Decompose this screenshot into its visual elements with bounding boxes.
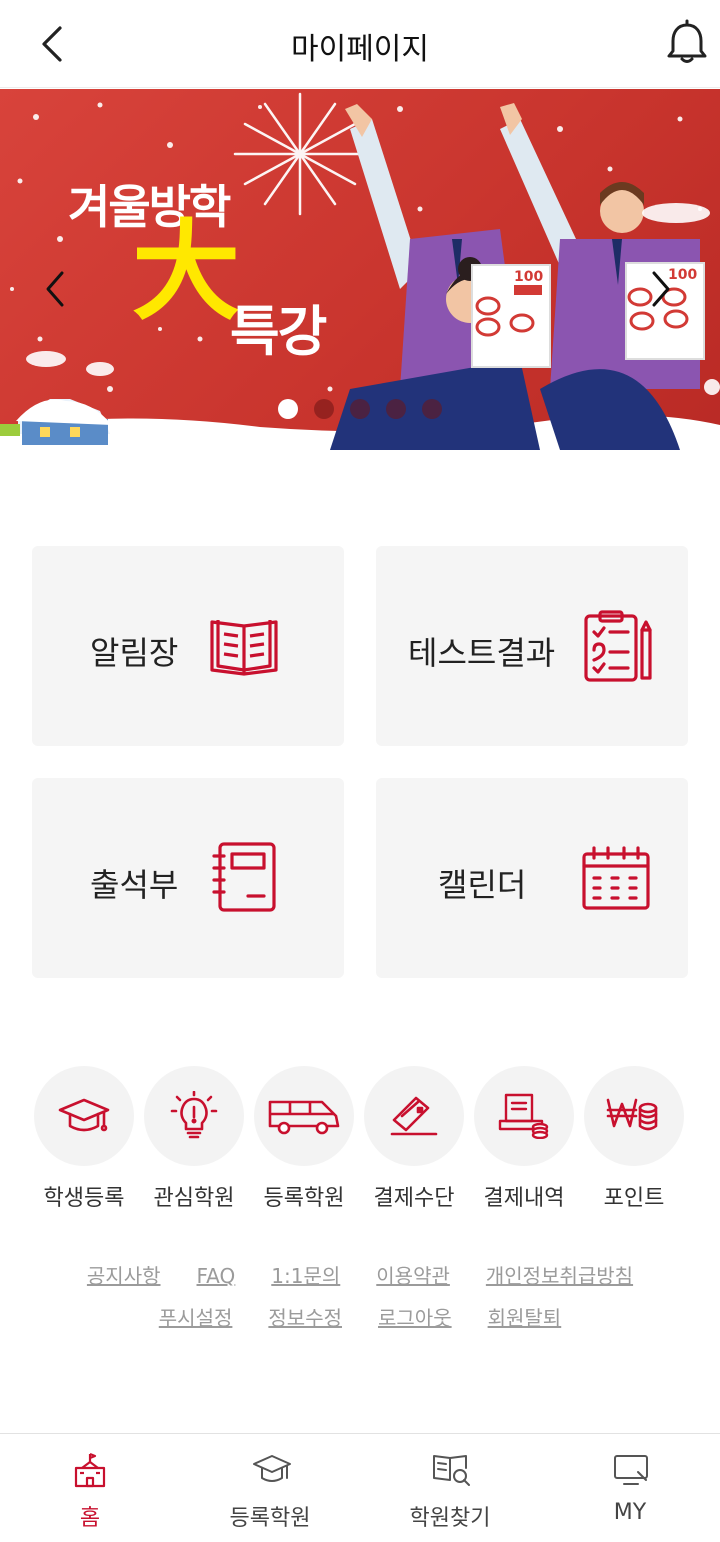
pagination-dot[interactable]: [386, 399, 406, 419]
quick-registered-academy[interactable]: 등록학원: [254, 1066, 354, 1212]
bell-icon[interactable]: [662, 18, 712, 68]
quick-icon-circle[interactable]: [254, 1066, 354, 1166]
graduation-cap-icon: [58, 1098, 110, 1132]
tab-label: 등록학원: [229, 1506, 311, 1531]
banner-line3: 특강: [230, 300, 327, 363]
menu-card-test-results[interactable]: 테스트결과: [376, 546, 688, 746]
bottom-nav: 홈 등록학원 학원찾기 MY: [0, 1433, 720, 1542]
link-terms[interactable]: 이용약관: [376, 1264, 450, 1288]
pagination-dot[interactable]: [422, 399, 442, 419]
link-logout[interactable]: 로그아웃: [378, 1306, 452, 1330]
tab-find-academy[interactable]: 학원찾기: [360, 1434, 540, 1542]
lightbulb-icon: [170, 1091, 218, 1139]
menu-card-calendar[interactable]: 캘린더: [376, 778, 688, 978]
menu-card-notice[interactable]: 알림장: [32, 546, 344, 746]
quick-icon-circle[interactable]: [584, 1066, 684, 1166]
menu-card-label: 출석부: [90, 866, 179, 904]
link-withdraw[interactable]: 회원탈퇴: [488, 1306, 562, 1330]
banner-line2: 大: [132, 210, 241, 335]
quick-interest-academy[interactable]: 관심학원: [144, 1066, 244, 1212]
card-icon: [390, 1096, 438, 1136]
link-edit-info[interactable]: 정보수정: [268, 1306, 342, 1330]
banner-illustration: 100 100: [0, 92, 720, 450]
quick-student-register[interactable]: 학생등록: [34, 1066, 134, 1212]
menu-card-label: 테스트결과: [408, 634, 556, 672]
quick-payment-method[interactable]: 결제수단: [364, 1066, 464, 1212]
monitor-icon: [614, 1455, 648, 1485]
pagination-dot[interactable]: [314, 399, 334, 419]
footer-links-row2: 푸시설정 정보수정 로그아웃 회원탈퇴: [0, 1302, 720, 1331]
score-text: 100: [514, 269, 543, 285]
banner-next-icon[interactable]: [646, 267, 676, 311]
book-search-icon: [433, 1455, 470, 1486]
footer-links-row1: 공지사항 FAQ 1:1문의 이용약관 개인정보취급방침: [0, 1260, 720, 1289]
school-building-icon: [74, 1452, 106, 1488]
pagination-dot[interactable]: [350, 399, 370, 419]
quick-icon-circle[interactable]: [144, 1066, 244, 1166]
menu-card-label: 캘린더: [438, 866, 527, 904]
notebook-icon: [212, 842, 276, 912]
menu-card-attendance[interactable]: 출석부: [32, 778, 344, 978]
tab-home[interactable]: 홈: [0, 1434, 180, 1542]
link-privacy[interactable]: 개인정보취급방침: [486, 1264, 633, 1288]
quick-icon-circle[interactable]: [364, 1066, 464, 1166]
banner-prev-icon[interactable]: [40, 267, 70, 311]
banner-pagination: [278, 399, 442, 419]
menu-card-label: 알림장: [90, 634, 179, 672]
quick-icon-circle[interactable]: [474, 1066, 574, 1166]
link-notice[interactable]: 공지사항: [87, 1264, 161, 1288]
tab-label: 홈: [79, 1506, 101, 1531]
bus-icon: [268, 1100, 340, 1135]
calendar-icon: [582, 846, 650, 910]
quick-label: 포인트: [603, 1186, 665, 1211]
tab-registered-academy[interactable]: 등록학원: [180, 1434, 360, 1542]
tab-label: 학원찾기: [409, 1506, 491, 1531]
open-book-icon: [210, 620, 278, 676]
won-coins-icon: [606, 1098, 658, 1131]
link-push-settings[interactable]: 푸시설정: [159, 1306, 233, 1330]
header: 마이페이지: [0, 0, 720, 88]
quick-icon-circle[interactable]: [34, 1066, 134, 1166]
pagination-dot[interactable]: [278, 399, 298, 419]
tab-my[interactable]: MY: [540, 1434, 720, 1542]
quick-payment-history[interactable]: 결제내역: [474, 1066, 574, 1212]
graduation-cap-icon: [253, 1455, 291, 1482]
promo-banner[interactable]: 100 100 겨울방학 大 특강: [0, 89, 720, 450]
quick-points[interactable]: 포인트: [584, 1066, 684, 1212]
checklist-icon: [584, 610, 652, 682]
link-faq[interactable]: FAQ: [197, 1264, 236, 1288]
receipt-icon: [498, 1093, 549, 1139]
tab-label: MY: [613, 1500, 647, 1525]
link-inquiry[interactable]: 1:1문의: [271, 1264, 340, 1288]
page-title: 마이페이지: [291, 32, 429, 67]
